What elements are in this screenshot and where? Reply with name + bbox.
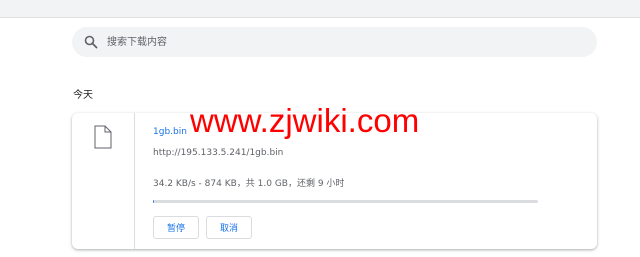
file-icon [94, 125, 112, 149]
card-divider [134, 113, 135, 249]
search-box[interactable] [72, 27, 597, 57]
browser-top-bar [0, 0, 640, 18]
download-file-name-link[interactable]: 1gb.bin [153, 127, 187, 137]
search-icon [84, 35, 98, 49]
download-status-text: 34.2 KB/s - 874 KB，共 1.0 GB，还剩 9 小时 [153, 179, 345, 189]
download-source-url[interactable]: http://195.133.5.241/1gb.bin [153, 148, 283, 158]
cancel-button[interactable]: 取消 [206, 216, 252, 239]
search-input[interactable] [107, 32, 577, 52]
pause-button[interactable]: 暂停 [153, 216, 199, 239]
download-card: 1gb.bin http://195.133.5.241/1gb.bin 34.… [72, 113, 597, 249]
download-progress-bar [153, 200, 538, 203]
section-date-heading: 今天 [73, 90, 93, 101]
